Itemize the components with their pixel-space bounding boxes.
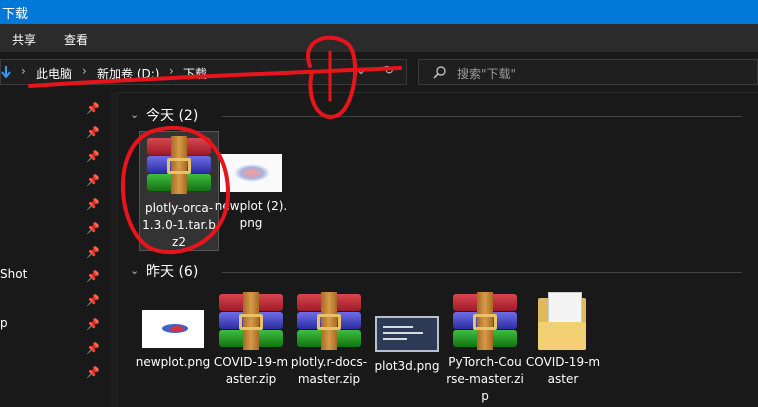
annotation-loop — [306, 35, 358, 119]
annotation-underline — [28, 66, 402, 88]
red-annotation-overlay — [28, 35, 402, 255]
annotation-circle — [120, 125, 231, 255]
